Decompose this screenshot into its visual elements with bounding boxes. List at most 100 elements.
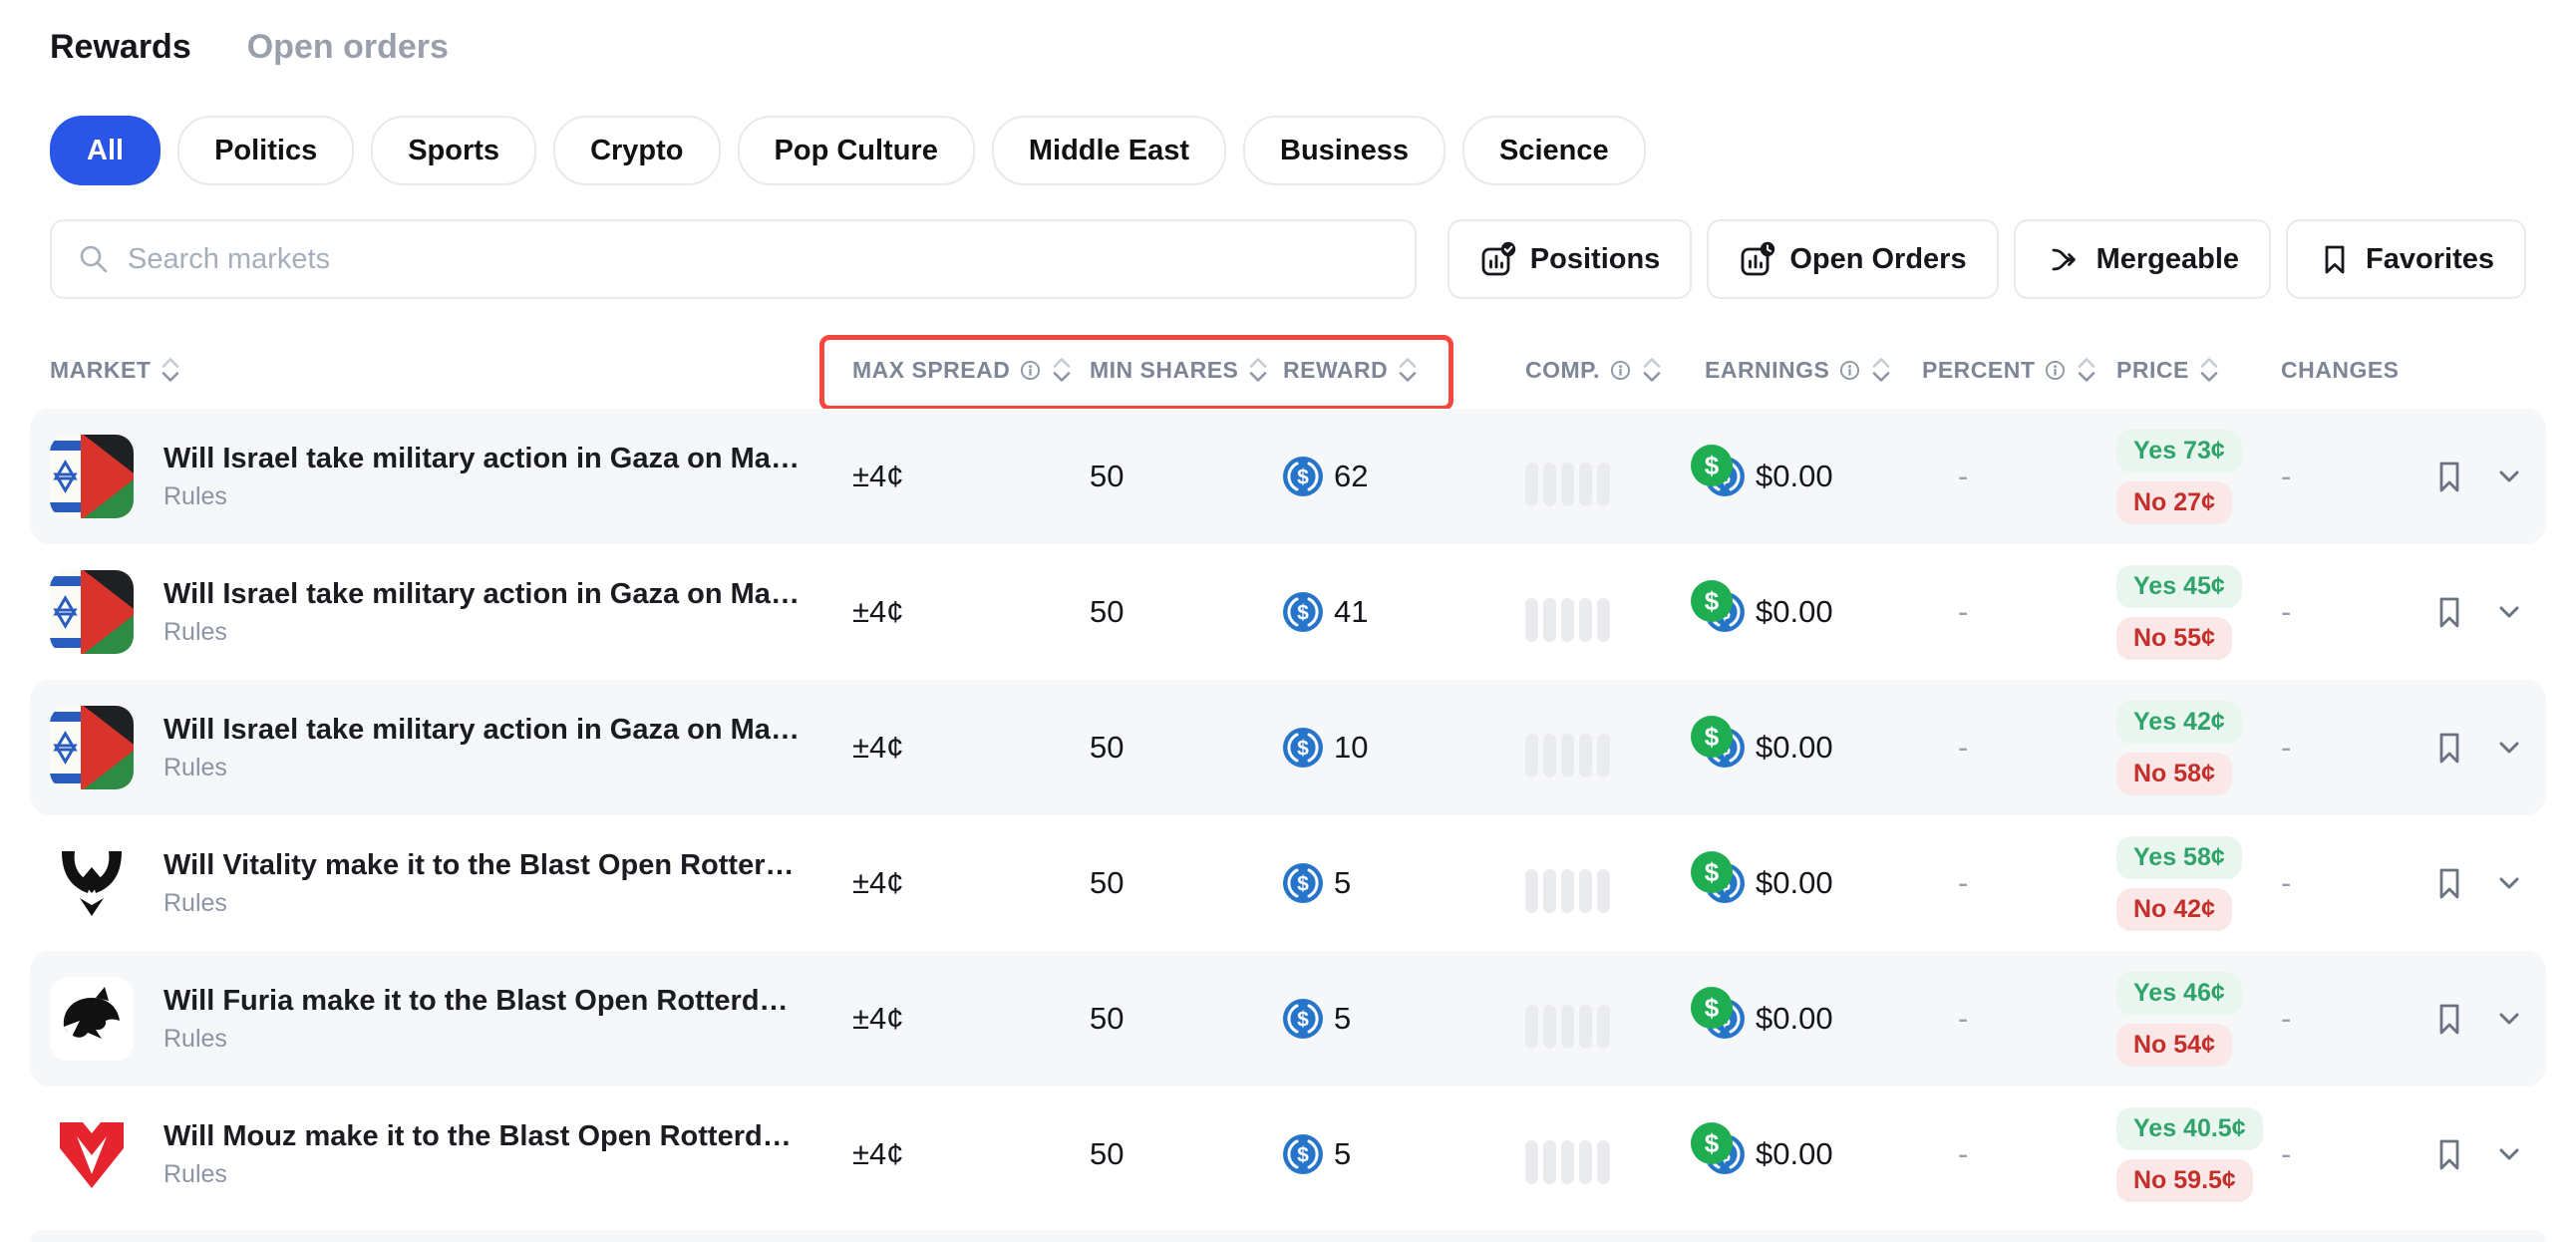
market-row[interactable]: Will Israel take military action in Gaza… [30,544,2546,680]
comp-bar [1561,1140,1574,1184]
rules-link[interactable]: Rules [163,1160,802,1189]
filter-sports[interactable]: Sports [371,116,536,185]
filter-pop-culture[interactable]: Pop Culture [738,116,975,185]
yes-price-pill[interactable]: Yes 73¢ [2116,430,2242,472]
rules-link[interactable]: Rules [163,889,802,918]
info-icon[interactable] [2044,359,2067,382]
sort-icon[interactable] [160,356,181,384]
yes-price-pill[interactable]: Yes 40.5¢ [2116,1107,2263,1150]
chevron-down-icon [2492,1002,2526,1036]
sort-icon[interactable] [1247,356,1269,384]
reward-dollar-icon: $ [1691,716,1733,758]
market-title[interactable]: Will Israel take military action in Gaza… [163,578,802,611]
market-row[interactable]: Will Israel take military action in Gaza… [30,409,2546,544]
expand-row-button[interactable] [2492,460,2526,493]
info-icon[interactable] [1019,359,1042,382]
market-row[interactable]: Will Israel take military action in Gaza… [30,680,2546,815]
market-row[interactable]: Will Furia make it to the Blast Open Rot… [30,951,2546,1087]
bookmark-button[interactable] [2432,594,2466,630]
no-price-pill[interactable]: No 27¢ [2116,481,2232,524]
competition-meter: $ [1525,718,1705,777]
market-row[interactable]: Will Mouz make it to the Blast Open Rott… [30,1087,2546,1222]
market-logo [50,841,134,925]
filter-science[interactable]: Science [1462,116,1646,185]
svg-text:$: $ [1297,466,1309,489]
expand-row-button[interactable] [2492,731,2526,765]
market-title[interactable]: Will Vitality make it to the Blast Open … [163,849,802,882]
bookmark-icon [2432,730,2466,766]
price-cell: Yes 42¢ No 58¢ [2116,701,2281,795]
sort-icon[interactable] [1870,356,1892,384]
no-price-pill[interactable]: No 59.5¢ [2116,1159,2253,1202]
sort-icon[interactable] [1397,356,1419,384]
filter-crypto[interactable]: Crypto [553,116,720,185]
no-price-pill[interactable]: No 58¢ [2116,753,2232,795]
sort-icon[interactable] [2198,356,2220,384]
market-row[interactable]: Will Vitality make it to the Blast Open … [30,815,2546,951]
expand-row-button[interactable] [2492,595,2526,629]
column-header-reward[interactable]: REWARD [1283,356,1525,384]
min-shares-value: 50 [1090,1001,1124,1036]
column-header-price[interactable]: PRICE [2116,356,2281,384]
sort-icon[interactable] [2076,356,2097,384]
market-title[interactable]: Will Israel take military action in Gaza… [163,443,802,475]
sort-icon[interactable] [1051,356,1073,384]
max-spread-value: ±4¢ [852,730,904,765]
bookmark-button[interactable] [2432,1136,2466,1172]
competition-meter: $ [1525,1124,1705,1184]
tab-rewards[interactable]: Rewards [50,28,191,67]
info-icon[interactable] [1838,359,1861,382]
no-price-pill[interactable]: No 54¢ [2116,1024,2232,1067]
column-header-chg[interactable]: CHANGES [2281,357,2432,384]
column-header-comp[interactable]: COMP. [1525,356,1705,384]
filter-all[interactable]: All [50,116,161,185]
column-header-max[interactable]: MAX SPREAD [852,356,1090,384]
mergeable-label: Mergeable [2096,243,2239,276]
yes-price-pill[interactable]: Yes 58¢ [2116,836,2242,879]
earnings-value: $0.00 [1756,1136,1833,1172]
bookmark-button[interactable] [2432,1001,2466,1037]
max-spread-value: ±4¢ [852,1001,904,1036]
changes-value: - [2281,1136,2291,1171]
no-price-pill[interactable]: No 42¢ [2116,888,2232,931]
column-header-market[interactable]: MARKET [50,356,181,384]
open-orders-button[interactable]: Open Orders [1707,219,1998,299]
search-input[interactable] [126,242,1415,277]
comp-bar [1525,1005,1538,1049]
bookmark-button[interactable] [2432,459,2466,494]
rules-link[interactable]: Rules [163,1025,802,1054]
search-box[interactable] [50,219,1417,299]
open-orders-label: Open Orders [1789,243,1966,276]
positions-label: Positions [1530,243,1661,276]
bookmark-button[interactable] [2432,730,2466,766]
column-header-earn[interactable]: EARNINGS [1705,356,1922,384]
yes-price-pill[interactable]: Yes 46¢ [2116,972,2242,1015]
market-title[interactable]: Will Furia make it to the Blast Open Rot… [163,985,802,1018]
mergeable-button[interactable]: Mergeable [2014,219,2271,299]
favorites-button[interactable]: Favorites [2286,219,2526,299]
expand-row-button[interactable] [2492,1137,2526,1171]
sort-icon[interactable] [1641,356,1663,384]
tab-open-orders[interactable]: Open orders [247,28,449,67]
expand-row-button[interactable] [2492,866,2526,900]
market-title[interactable]: Will Mouz make it to the Blast Open Rott… [163,1120,802,1153]
bookmark-icon [2318,242,2352,276]
no-price-pill[interactable]: No 55¢ [2116,617,2232,660]
column-header-min[interactable]: MIN SHARES [1090,356,1283,384]
positions-button[interactable]: Positions [1448,219,1693,299]
expand-row-button[interactable] [2492,1002,2526,1036]
bookmark-button[interactable] [2432,865,2466,901]
column-header-pct[interactable]: PERCENT [1922,356,2116,384]
market-title[interactable]: Will Israel take military action in Gaza… [163,714,802,747]
yes-price-pill[interactable]: Yes 45¢ [2116,565,2242,608]
filter-business[interactable]: Business [1243,116,1446,185]
rules-link[interactable]: Rules [163,754,802,782]
filter-middle-east[interactable]: Middle East [992,116,1226,185]
filter-politics[interactable]: Politics [177,116,354,185]
yes-price-pill[interactable]: Yes 42¢ [2116,701,2242,744]
info-icon[interactable] [1609,359,1632,382]
earnings-value: $0.00 [1756,865,1833,901]
max-spread-value: ±4¢ [852,865,904,900]
rules-link[interactable]: Rules [163,618,802,647]
rules-link[interactable]: Rules [163,482,802,511]
